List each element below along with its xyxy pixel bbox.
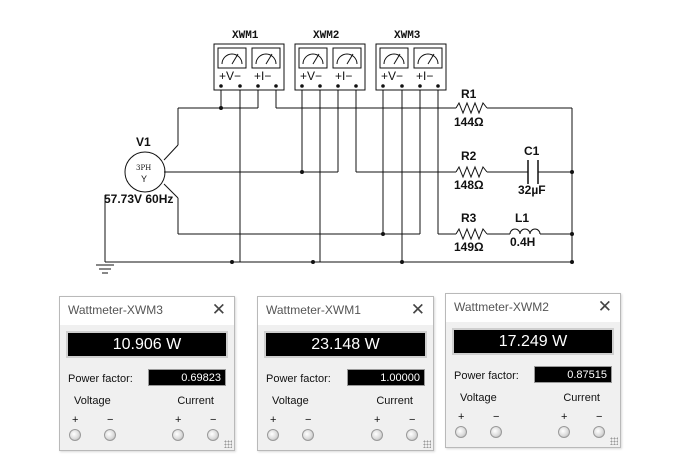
power-display: 10.906 W [66, 331, 228, 358]
source-connection-label: Y [141, 174, 147, 184]
voltage-plus-terminal[interactable] [267, 429, 279, 441]
r1-name: R1 [461, 87, 477, 101]
r1-value: 144Ω [454, 115, 484, 129]
wattmeter-xwm3-window[interactable]: Wattmeter-XWM3 ✕ 10.906 W Power factor: … [59, 296, 235, 451]
source-type-label: 3PH [136, 164, 151, 172]
current-minus-terminal[interactable] [593, 426, 605, 438]
power-factor-label: Power factor: [68, 373, 133, 385]
xwm3-label: XWM3 [394, 30, 421, 42]
resize-grip[interactable] [224, 440, 232, 448]
title-bar[interactable]: Wattmeter-XWM3 ✕ [60, 297, 234, 325]
r2-value: 148Ω [454, 178, 484, 192]
voltage-minus-label: − [305, 414, 312, 426]
xwm1-i-terminals: +I− [254, 69, 271, 83]
current-label: Current [563, 392, 600, 404]
xwm2-i-terminals: +I− [335, 69, 352, 83]
current-plus-label: + [561, 411, 568, 423]
power-factor-label: Power factor: [454, 370, 519, 382]
close-icon[interactable]: ✕ [212, 300, 226, 320]
title-bar[interactable]: Wattmeter-XWM2 ✕ [446, 294, 620, 322]
power-factor-label: Power factor: [266, 373, 331, 385]
current-minus-label: − [210, 414, 217, 426]
source-v1[interactable]: V1 3PH Y 57.73V 60Hz [104, 135, 173, 206]
voltage-plus-terminal[interactable] [455, 426, 467, 438]
wattmeter-xwm3-symbol[interactable]: XWM3 +V− +I− [375, 30, 447, 91]
power-factor-value: 0.69823 [148, 369, 226, 386]
xwm3-v-terminals: +V− [381, 69, 403, 83]
current-plus-label: + [374, 414, 381, 426]
wattmeter-xwm1-window[interactable]: Wattmeter-XWM1 ✕ 23.148 W Power factor: … [257, 296, 434, 451]
current-label: Current [177, 395, 214, 407]
current-minus-label: − [409, 414, 416, 426]
wattmeter-xwm2-window[interactable]: Wattmeter-XWM2 ✕ 17.249 W Power factor: … [445, 293, 621, 448]
voltage-minus-terminal[interactable] [490, 426, 502, 438]
voltage-minus-terminal[interactable] [104, 429, 116, 441]
title-bar[interactable]: Wattmeter-XWM1 ✕ [258, 297, 433, 325]
c1-value: 32µF [518, 183, 546, 197]
current-label: Current [376, 395, 413, 407]
voltage-minus-label: − [493, 411, 500, 423]
xwm1-v-terminals: +V− [219, 69, 241, 83]
c1-name: C1 [524, 144, 540, 158]
window-title: Wattmeter-XWM3 [68, 303, 163, 317]
current-plus-terminal[interactable] [558, 426, 570, 438]
power-factor-value: 1.00000 [347, 369, 425, 386]
resize-grip[interactable] [610, 437, 618, 445]
current-plus-label: + [175, 414, 182, 426]
current-plus-terminal[interactable] [172, 429, 184, 441]
l1-name: L1 [515, 211, 529, 225]
voltage-plus-terminal[interactable] [69, 429, 81, 441]
voltage-plus-label: + [270, 414, 277, 426]
voltage-label: Voltage [74, 395, 111, 407]
l1-value: 0.4H [510, 235, 535, 249]
voltage-label: Voltage [272, 395, 309, 407]
power-display: 23.148 W [264, 331, 427, 358]
current-plus-terminal[interactable] [371, 429, 383, 441]
voltage-label: Voltage [460, 392, 497, 404]
current-minus-label: − [596, 411, 603, 423]
voltage-minus-terminal[interactable] [302, 429, 314, 441]
source-rating: 57.73V 60Hz [104, 192, 173, 206]
voltage-minus-label: − [107, 414, 114, 426]
voltage-plus-label: + [458, 411, 465, 423]
wattmeter-xwm2-symbol[interactable]: XWM2 +V− +I− [294, 30, 366, 91]
r3-value: 149Ω [454, 240, 484, 254]
window-title: Wattmeter-XWM1 [266, 303, 361, 317]
xwm3-i-terminals: +I− [416, 69, 433, 83]
xwm1-label: XWM1 [232, 30, 259, 42]
xwm2-label: XWM2 [313, 30, 339, 42]
voltage-plus-label: + [72, 414, 79, 426]
current-minus-terminal[interactable] [406, 429, 418, 441]
r2-name: R2 [461, 149, 477, 163]
xwm2-v-terminals: +V− [300, 69, 322, 83]
circuit-schematic: XWM1 +V− +I− XWM2 +V− +I− XWM3 +V− +I− V [96, 30, 574, 274]
source-name: V1 [136, 135, 151, 149]
window-title: Wattmeter-XWM2 [454, 300, 549, 314]
close-icon[interactable]: ✕ [598, 297, 612, 317]
current-minus-terminal[interactable] [207, 429, 219, 441]
close-icon[interactable]: ✕ [411, 300, 425, 320]
wattmeter-xwm1-symbol[interactable]: XWM1 +V− +I− [213, 30, 285, 91]
resize-grip[interactable] [423, 440, 431, 448]
power-display: 17.249 W [452, 328, 614, 355]
r3-name: R3 [461, 211, 477, 225]
power-factor-value: 0.87515 [534, 366, 612, 383]
